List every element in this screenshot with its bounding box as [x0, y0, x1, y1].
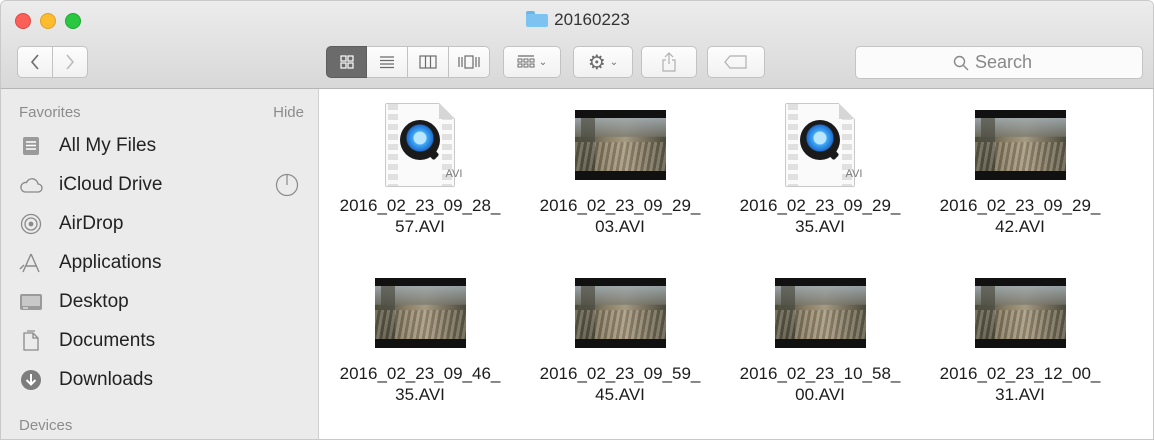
list-icon: [380, 56, 394, 69]
back-button[interactable]: [17, 46, 53, 78]
file-thumbnail: AVI: [720, 101, 920, 189]
sidebar-item-label: All My Files: [59, 135, 157, 156]
column-view-button[interactable]: [408, 46, 449, 78]
video-thumbnail: [374, 278, 466, 348]
file-thumbnail: [520, 269, 720, 357]
file-item[interactable]: AVI 2016_02_23_09_28_ 57.AVI: [320, 101, 520, 237]
quicktime-document-icon: AVI: [385, 103, 462, 187]
file-thumbnail: [920, 101, 1120, 189]
folder-icon: [526, 11, 549, 27]
sidebar-item-icloud-drive[interactable]: iCloud Drive: [19, 170, 309, 200]
video-thumbnail: [574, 110, 666, 180]
sidebar-item-desktop[interactable]: Desktop: [19, 287, 309, 317]
chevron-down-icon: ⌄: [609, 56, 619, 68]
tag-button[interactable]: [707, 46, 765, 78]
file-name: 2016_02_23_09_29_ 03.AVI: [539, 196, 701, 236]
sidebar: Favorites Hide All My Files iCloud Drive…: [1, 89, 319, 439]
file-name: 2016_02_23_12_00_ 31.AVI: [939, 364, 1101, 404]
sidebar-item-applications[interactable]: Applications: [19, 248, 309, 278]
file-item[interactable]: 2016_02_23_09_29_ 42.AVI: [920, 101, 1120, 237]
icon-grid-icon: [339, 55, 354, 69]
file-item[interactable]: 2016_02_23_09_29_ 03.AVI: [520, 101, 720, 237]
video-thumbnail: [974, 110, 1066, 180]
forward-button[interactable]: [52, 46, 88, 78]
file-thumbnail: [520, 101, 720, 189]
search-icon: [953, 55, 969, 70]
file-item[interactable]: 2016_02_23_09_59_ 45.AVI: [520, 269, 720, 405]
cover-flow-icon: [458, 55, 480, 69]
file-name: 2016_02_23_09_29_ 35.AVI: [739, 196, 901, 236]
file-thumbnail: [320, 269, 520, 357]
chevron-right-icon: [66, 54, 75, 70]
file-thumbnail: [920, 269, 1120, 357]
file-type-label: AVI: [845, 168, 863, 180]
file-item[interactable]: AVI 2016_02_23_09_29_ 35.AVI: [720, 101, 920, 237]
cloud-icon: [19, 173, 43, 197]
chevron-down-icon: ⌄: [538, 56, 548, 68]
documents-icon: [19, 329, 43, 353]
video-thumbnail: [974, 278, 1066, 348]
toolbar: 20160223 ⌄ ⚙ ⌄: [1, 1, 1153, 89]
sidebar-item-label: Applications: [59, 252, 162, 273]
sidebar-item-documents[interactable]: Documents: [19, 326, 309, 356]
arrange-button[interactable]: ⌄: [503, 46, 561, 78]
sidebar-item-label: iCloud Drive: [59, 174, 163, 195]
tag-icon: [724, 55, 747, 69]
hide-favorites-link[interactable]: Hide: [273, 104, 304, 121]
file-type-label: AVI: [445, 168, 463, 180]
icon-view-button[interactable]: [326, 46, 367, 78]
airdrop-icon: [19, 212, 43, 236]
columns-icon: [419, 55, 437, 69]
file-name: 2016_02_23_10_58_ 00.AVI: [739, 364, 901, 404]
file-item[interactable]: 2016_02_23_09_46_ 35.AVI: [320, 269, 520, 405]
gear-icon: ⚙: [587, 51, 606, 74]
file-name: 2016_02_23_09_28_ 57.AVI: [339, 196, 501, 236]
video-thumbnail: [774, 278, 866, 348]
chevron-left-icon: [30, 54, 39, 70]
sync-progress-icon: [275, 173, 299, 203]
share-button[interactable]: [641, 46, 697, 78]
all-files-icon: [19, 134, 43, 158]
search-input[interactable]: [975, 52, 1045, 73]
sidebar-item-label: Desktop: [59, 291, 129, 312]
view-mode-selector: [326, 46, 490, 78]
favorites-header: Favorites: [19, 104, 81, 121]
list-view-button[interactable]: [367, 46, 408, 78]
file-grid: AVI 2016_02_23_09_28_ 57.AVI 2016_02_23_…: [320, 89, 1153, 439]
file-item[interactable]: 2016_02_23_12_00_ 31.AVI: [920, 269, 1120, 405]
file-name: 2016_02_23_09_59_ 45.AVI: [539, 364, 701, 404]
sidebar-item-label: Documents: [59, 330, 156, 351]
window-title: 20160223: [1, 10, 1153, 30]
devices-header: Devices: [19, 417, 73, 434]
desktop-icon: [19, 290, 43, 314]
sidebar-item-label: AirDrop: [59, 213, 124, 234]
applications-icon: [19, 251, 43, 275]
share-icon: [662, 52, 676, 72]
sidebar-item-airdrop[interactable]: AirDrop: [19, 209, 309, 239]
video-thumbnail: [574, 278, 666, 348]
downloads-icon: [19, 368, 43, 392]
action-menu-button[interactable]: ⚙ ⌄: [573, 46, 633, 78]
search-field[interactable]: [855, 46, 1143, 79]
cover-flow-view-button[interactable]: [449, 46, 490, 78]
sidebar-item-all-my-files[interactable]: All My Files: [19, 131, 309, 161]
finder-window: 20160223 ⌄ ⚙ ⌄ Search Favorites Hide All…: [0, 0, 1154, 440]
file-thumbnail: [720, 269, 920, 357]
sidebar-item-downloads[interactable]: Downloads: [19, 365, 309, 395]
file-name: 2016_02_23_09_29_ 42.AVI: [939, 196, 1101, 236]
file-thumbnail: AVI: [320, 101, 520, 189]
sidebar-item-label: Downloads: [59, 369, 153, 390]
quicktime-document-icon: AVI: [785, 103, 862, 187]
file-name: 2016_02_23_09_46_ 35.AVI: [339, 364, 501, 404]
file-item[interactable]: 2016_02_23_10_58_ 00.AVI: [720, 269, 920, 405]
arrange-grid-icon: [517, 55, 535, 68]
